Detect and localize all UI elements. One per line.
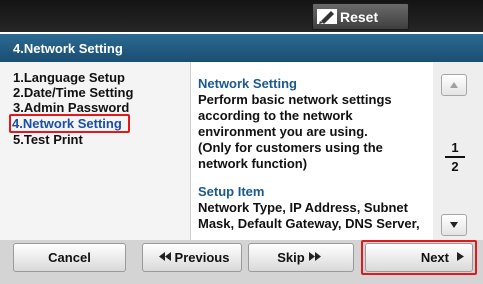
skip-button[interactable]: Skip [248,243,354,272]
menu-list: 1.Language Setup 2.Date/Time Setting 3.A… [0,62,191,240]
menu-item-date-time-setting[interactable]: 2.Date/Time Setting [13,85,133,100]
scroll-up-icon [449,76,459,94]
double-left-arrow-icon [158,251,171,264]
page-divider [445,156,465,158]
right-arrow-icon [457,251,464,264]
next-button[interactable]: Next [365,243,473,272]
next-label: Next [420,250,449,265]
scroll-panel: 1 2 [433,62,483,240]
skip-label: Skip [277,250,305,265]
page-total: 2 [451,159,459,174]
section-body-network-setting: Perform basic network settings according… [198,92,392,171]
scroll-down-icon [449,216,459,234]
reset-label: Reset [340,8,379,25]
description-panel: Network Setting Perform basic network se… [191,62,433,240]
reset-pencil-icon [317,9,337,24]
menu-item-network-setting[interactable]: 4.Network Setting [9,114,130,133]
reset-button[interactable]: Reset [312,3,409,30]
double-right-arrow-icon [308,251,321,264]
page-current: 1 [451,140,459,155]
cancel-label: Cancel [48,250,91,265]
main-panel: 1.Language Setup 2.Date/Time Setting 3.A… [0,62,483,242]
scroll-down-button[interactable] [441,214,467,236]
page-title: 4.Network Setting [0,34,483,62]
menu-item-admin-password[interactable]: 3.Admin Password [13,100,129,115]
scroll-up-button[interactable] [441,74,467,96]
section-heading-setup-item: Setup Item [198,184,265,199]
section-body-setup-item: Network Type, IP Address, Subnet Mask, D… [198,200,420,231]
cancel-button[interactable]: Cancel [13,243,126,272]
top-bar: Reset [0,0,483,32]
previous-button[interactable]: Previous [142,243,242,272]
menu-item-language-setup[interactable]: 1.Language Setup [13,70,125,85]
previous-label: Previous [174,250,230,265]
menu-item-test-print[interactable]: 5.Test Print [13,132,83,147]
section-heading-network-setting: Network Setting [198,76,297,91]
